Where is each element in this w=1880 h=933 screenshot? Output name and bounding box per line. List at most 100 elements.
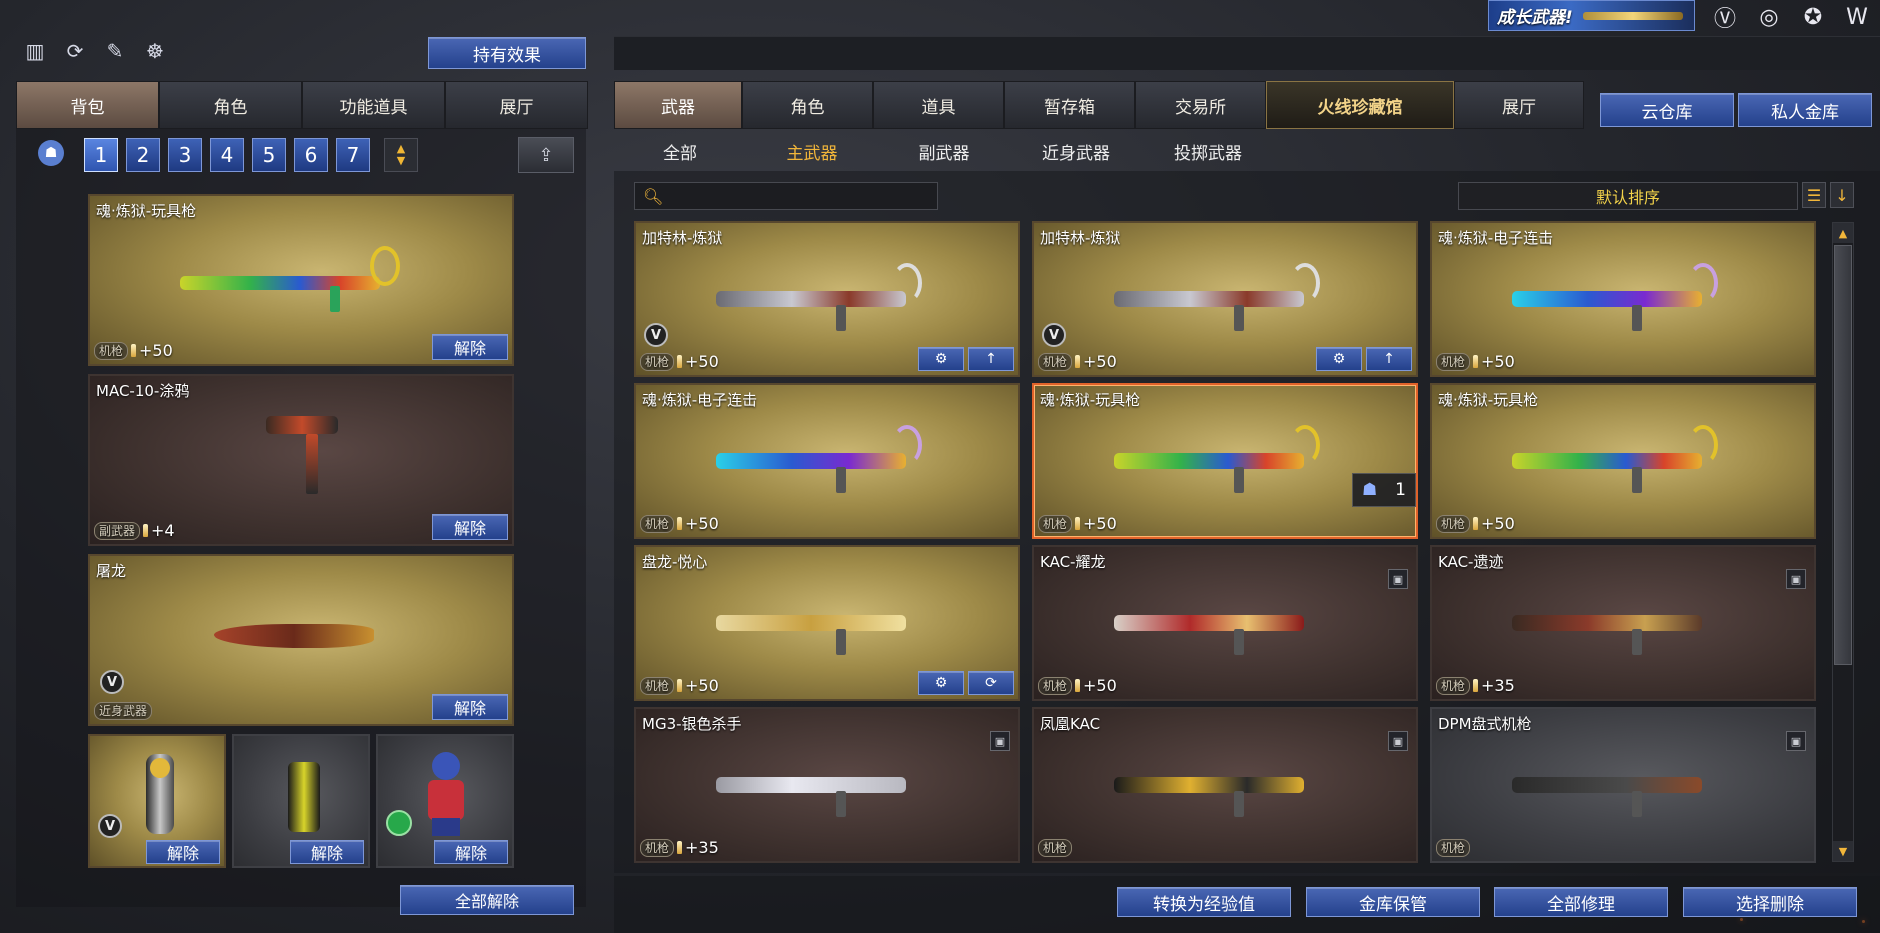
search-input[interactable] xyxy=(671,187,932,205)
upgrade-icon[interactable]: ↑ xyxy=(1366,347,1412,371)
backpack-slot-character[interactable]: 解除 xyxy=(376,734,514,868)
tab-function-items[interactable]: 功能道具 xyxy=(302,81,445,129)
sort-direction-icon[interactable]: ↓ xyxy=(1830,182,1854,208)
arrow-down-icon[interactable]: ▼ xyxy=(397,155,405,167)
item-bonus: +4 xyxy=(151,521,175,540)
stack-count: 1 xyxy=(1395,480,1406,500)
unequip-button[interactable]: 解除 xyxy=(434,840,508,864)
settings-icon[interactable]: ⚙ xyxy=(918,671,964,695)
tab-items[interactable]: 道具 xyxy=(873,81,1004,129)
unequip-button[interactable]: 解除 xyxy=(432,514,508,540)
weapon-category-tabs: 全部 主武器 副武器 近身武器 投掷武器 xyxy=(614,133,1880,169)
weapon-card[interactable]: 魂·炼狱-玩具枪 机枪 +50 ☗ 1 xyxy=(1032,383,1418,539)
weapon-card[interactable]: KAC-遗迹 机枪 +35 ▣ xyxy=(1430,545,1816,701)
tab-right-showroom[interactable]: 展厅 xyxy=(1454,81,1584,129)
v-emblem-icon[interactable]: Ⓥ xyxy=(1708,2,1742,32)
lock-icon[interactable]: ▣ xyxy=(1388,569,1408,589)
weapon-card[interactable]: 加特林-炼狱 V 机枪 +50 ⚙ ↑ xyxy=(1032,221,1418,377)
lock-icon[interactable]: ▣ xyxy=(1786,569,1806,589)
tab-exchange[interactable]: 交易所 xyxy=(1135,81,1266,129)
weapon-name: 盘龙-悦心 xyxy=(642,553,708,571)
select-delete-button[interactable]: 选择删除 xyxy=(1683,887,1857,917)
refresh-icon[interactable]: ⟳ xyxy=(60,36,90,66)
unequip-button[interactable]: 解除 xyxy=(432,694,508,720)
tab-crossfire-collection[interactable]: 火线珍藏馆 xyxy=(1266,81,1454,129)
holding-effect-button[interactable]: 持有效果 xyxy=(428,37,586,69)
weapon-card[interactable]: 魂·炼狱-电子连击 机枪 +50 xyxy=(1430,221,1816,377)
weapon-card[interactable]: 盘龙-悦心 机枪 +50 ⚙ ⟳ xyxy=(634,545,1020,701)
w-emblem-icon[interactable]: W xyxy=(1840,2,1874,32)
settings-icon[interactable]: ⚙ xyxy=(918,347,964,371)
tab-storage-box[interactable]: 暂存箱 xyxy=(1004,81,1135,129)
release-all-button[interactable]: 全部解除 xyxy=(400,885,574,915)
upgrade-icon[interactable]: ↑ xyxy=(968,347,1014,371)
subtab-primary[interactable]: 主武器 xyxy=(746,133,878,169)
page-5-button[interactable]: 5 xyxy=(252,138,286,172)
weapon-bonus: +50 xyxy=(685,676,719,695)
vault-store-button[interactable]: 金库保管 xyxy=(1306,887,1480,917)
backpack-slot-throwable[interactable]: V 解除 xyxy=(88,734,226,868)
page-scroll-arrows[interactable]: ▲ ▼ xyxy=(384,138,418,172)
page-6-button[interactable]: 6 xyxy=(294,138,328,172)
weapon-card[interactable]: 魂·炼狱-电子连击 机枪 +50 xyxy=(634,383,1020,539)
scroll-thumb[interactable] xyxy=(1834,245,1852,665)
mouse-icon[interactable]: ☸ xyxy=(140,36,170,66)
left-tab-bar: 背包 角色 功能道具 展厅 xyxy=(16,81,588,129)
scroll-up-icon[interactable]: ▲ xyxy=(1833,223,1853,243)
unequip-button[interactable]: 解除 xyxy=(432,334,508,360)
subtab-melee[interactable]: 近身武器 xyxy=(1010,133,1142,169)
page-7-button[interactable]: 7 xyxy=(336,138,370,172)
weapon-card[interactable]: 凤凰KAC 机枪 ▣ xyxy=(1032,707,1418,863)
settings-icon[interactable]: ⚙ xyxy=(1316,347,1362,371)
unequip-button[interactable]: 解除 xyxy=(290,840,364,864)
cloud-storage-button[interactable]: 云仓库 xyxy=(1600,93,1734,127)
lock-icon[interactable]: ▣ xyxy=(990,731,1010,751)
unequip-button[interactable]: 解除 xyxy=(146,840,220,864)
page-3-button[interactable]: 3 xyxy=(168,138,202,172)
weapon-footer: 机枪 +35 xyxy=(1436,676,1515,695)
subtab-throwable[interactable]: 投掷武器 xyxy=(1142,133,1274,169)
page-2-button[interactable]: 2 xyxy=(126,138,160,172)
growth-weapon-banner[interactable]: 成长武器! xyxy=(1488,0,1695,31)
weapon-card[interactable]: KAC-耀龙 机枪 +50 ▣ xyxy=(1032,545,1418,701)
target-icon[interactable]: ◎ xyxy=(1752,2,1786,32)
weapon-card[interactable]: MG3-银色杀手 机枪 +35 ▣ xyxy=(634,707,1020,863)
ammo-icon xyxy=(143,524,149,537)
ammo-icon xyxy=(677,517,683,530)
tab-showroom[interactable]: 展厅 xyxy=(445,81,588,129)
item-type-tag: 副武器 xyxy=(94,521,141,540)
repair-all-button[interactable]: 全部修理 xyxy=(1494,887,1668,917)
swap-icon[interactable]: ⟳ xyxy=(968,671,1014,695)
badge-icon[interactable]: ✪ xyxy=(1796,2,1830,32)
scroll-down-icon[interactable]: ▼ xyxy=(1833,841,1853,861)
subtab-all[interactable]: 全部 xyxy=(614,133,746,169)
tab-character[interactable]: 角色 xyxy=(159,81,302,129)
tab-weapons[interactable]: 武器 xyxy=(614,81,742,129)
share-button[interactable]: ⇪ xyxy=(518,137,574,173)
tab-backpack[interactable]: 背包 xyxy=(16,81,159,129)
convert-to-exp-button[interactable]: 转换为经验值 xyxy=(1117,887,1291,917)
search-box[interactable]: 🔍︎ xyxy=(634,182,938,210)
weapon-footer: 机枪 +50 xyxy=(1038,514,1117,533)
backpack-slot-melee[interactable]: 屠龙 V 近身武器 解除 xyxy=(88,554,514,726)
list-view-icon[interactable]: ☰ xyxy=(1802,182,1826,208)
backpack-slot-grenade[interactable]: 解除 xyxy=(232,734,370,868)
sort-dropdown[interactable]: 默认排序 xyxy=(1458,182,1798,210)
weapon-card[interactable]: 魂·炼狱-玩具枪 机枪 +50 xyxy=(1430,383,1816,539)
page-4-button[interactable]: 4 xyxy=(210,138,244,172)
ranking-icon[interactable]: ▥ xyxy=(20,36,50,66)
lock-icon[interactable]: ▣ xyxy=(1388,731,1408,751)
weapon-card[interactable]: 加特林-炼狱 V 机枪 +50 ⚙ ↑ xyxy=(634,221,1020,377)
weapon-type-tag: 机枪 xyxy=(640,838,675,857)
backpack-slot-secondary[interactable]: MAC-10-涂鸦 副武器 +4 解除 xyxy=(88,374,514,546)
private-vault-button[interactable]: 私人金库 xyxy=(1738,93,1872,127)
v-badge-icon: V xyxy=(100,670,124,694)
lock-icon[interactable]: ▣ xyxy=(1786,731,1806,751)
page-1-button[interactable]: 1 xyxy=(84,138,118,172)
backpack-slot-primary[interactable]: 魂·炼狱-玩具枪 机枪 +50 解除 xyxy=(88,194,514,366)
tab-characters[interactable]: 角色 xyxy=(742,81,873,129)
character-icon[interactable]: ✎ xyxy=(100,36,130,66)
grid-scrollbar[interactable]: ▲ ▼ xyxy=(1832,222,1854,862)
subtab-secondary[interactable]: 副武器 xyxy=(878,133,1010,169)
weapon-card[interactable]: DPM盘式机枪 机枪 ▣ xyxy=(1430,707,1816,863)
